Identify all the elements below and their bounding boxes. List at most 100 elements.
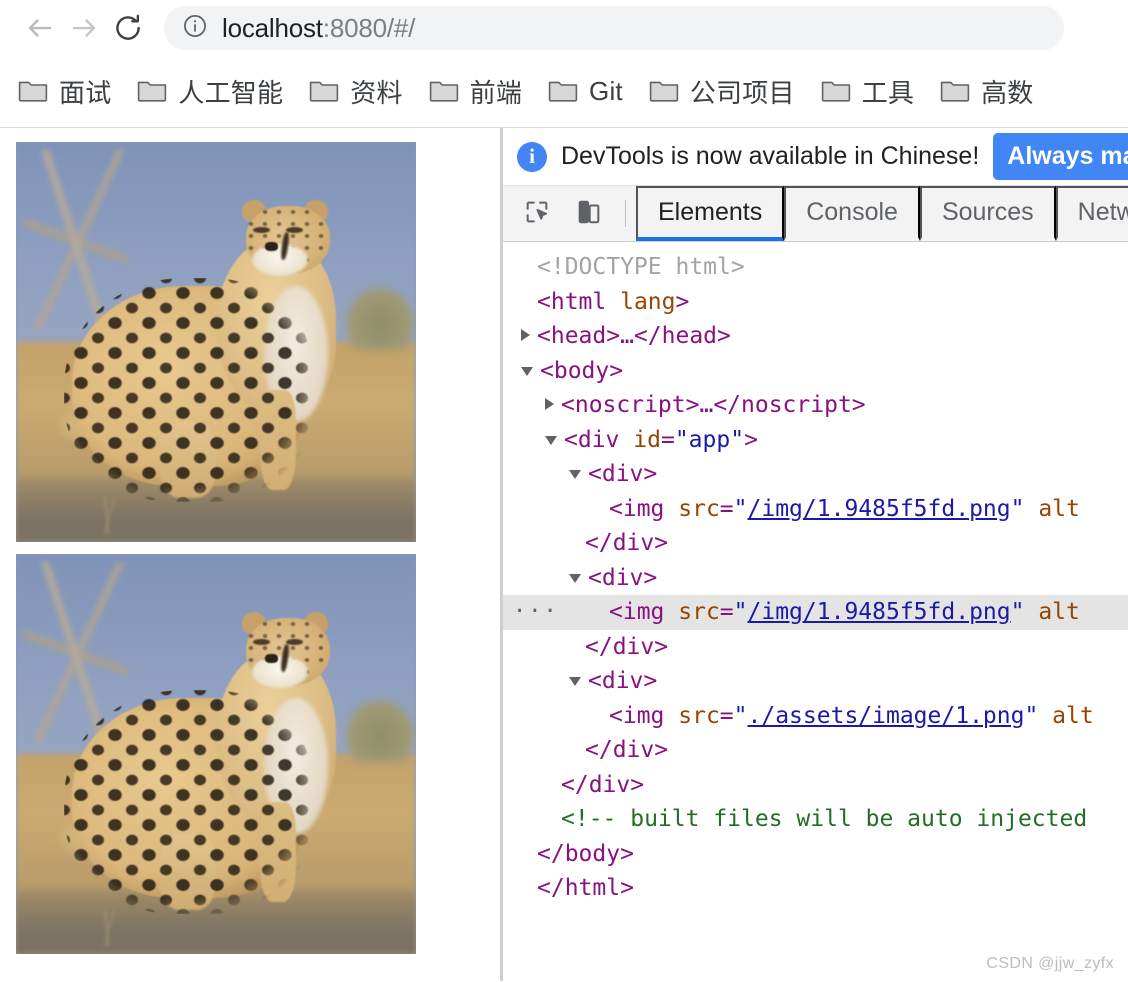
chevron-down-icon[interactable] [545, 435, 557, 445]
devtools-tab-bar: Elements Console Sources Netw [503, 186, 1128, 242]
cheetah-nose [265, 654, 278, 663]
bookmark-item-3[interactable]: 前端 [429, 73, 522, 110]
tab-sources[interactable]: Sources [919, 186, 1056, 241]
chevron-down-icon[interactable] [569, 573, 581, 583]
dom-token-attr: src [678, 599, 720, 625]
chevron-down-icon[interactable] [521, 366, 533, 376]
dom-token-doctype: <!DOCTYPE html> [537, 254, 745, 280]
folder-icon [548, 76, 578, 107]
url-host: localhost [222, 12, 323, 43]
dom-tree-row[interactable]: </body> [503, 837, 1128, 872]
dom-tree-row[interactable]: <!-- built files will be auto injected [503, 802, 1128, 837]
chevron-down-icon[interactable] [569, 470, 581, 479]
bookmark-label: 高数 [981, 78, 1034, 108]
dom-token-tag: <noscript>…</noscript> [561, 392, 866, 418]
dom-tree-row[interactable]: <img src = " ./assets/image/1.png " alt [503, 699, 1128, 734]
dom-tree-row[interactable]: <body> [503, 354, 1128, 389]
dom-tree-row[interactable]: <img src = "/img/1.9485f5fd.png " alt [503, 492, 1128, 527]
tab-console[interactable]: Console [784, 186, 920, 241]
dom-tree-row[interactable]: </div> [503, 733, 1128, 768]
photo-bush [344, 698, 416, 762]
bookmark-label: Git [589, 76, 623, 106]
chevron-right-icon[interactable] [545, 398, 554, 410]
toolbar-divider [625, 200, 626, 227]
cheetah-eye-left [252, 638, 270, 645]
bookmark-item-6[interactable]: 工具 [821, 73, 914, 110]
inspect-element-button[interactable] [511, 186, 563, 241]
cheetah-eye-right [286, 638, 303, 645]
reload-button[interactable] [106, 6, 150, 50]
dom-token-tag: = [719, 702, 734, 729]
dom-token-tag: <div [564, 426, 634, 453]
dom-tree-row[interactable]: </html> [503, 871, 1128, 906]
bookmark-item-4[interactable]: Git [548, 76, 623, 107]
csdn-watermark: CSDN @jjw_zyfx [986, 955, 1114, 972]
folder-icon [940, 76, 970, 107]
bookmark-item-2[interactable]: 资料 [309, 73, 402, 110]
dom-resource-link[interactable]: /img/1.9485f5fd.png [748, 595, 1011, 630]
dom-token-val: " [733, 702, 748, 729]
dom-tree-row[interactable]: <div> [503, 664, 1128, 699]
always-match-button[interactable]: Always match [993, 133, 1128, 180]
dom-token-tag: </div> [585, 737, 669, 763]
dom-tree-row[interactable]: ··· <img src = "/img/1.9485f5fd.png " alt [503, 595, 1128, 630]
bookmark-item-0[interactable]: 面试 [18, 73, 111, 110]
dom-token-tag: = [719, 495, 734, 522]
chevron-down-icon[interactable] [569, 677, 581, 686]
dom-token-attr: alt [1024, 495, 1080, 522]
tab-network[interactable]: Netw [1055, 186, 1128, 241]
dom-token-tag: <body> [540, 357, 624, 384]
dom-tree-row[interactable]: </div> [503, 630, 1128, 665]
url-path: :8080/#/ [322, 12, 416, 43]
dom-token-tag: <div> [588, 564, 658, 591]
dom-tree-row[interactable]: <div id = "app" > [503, 423, 1128, 458]
bookmark-item-7[interactable]: 高数 [940, 73, 1033, 110]
dom-token-attr: alt [1024, 599, 1080, 625]
address-bar[interactable]: localhost:8080/#/ [164, 6, 1064, 50]
photo-grass [48, 910, 168, 946]
cheetah-muzzle [252, 656, 308, 688]
dom-tree-row[interactable]: <head>…</head> [503, 319, 1128, 354]
dom-resource-link[interactable]: ./assets/image/1.png [748, 699, 1025, 734]
tab-elements[interactable]: Elements [636, 186, 785, 241]
dom-tree-row[interactable]: </div> [503, 526, 1128, 561]
folder-icon [137, 76, 167, 107]
dom-tree-row[interactable]: </div> [503, 768, 1128, 803]
inspect-element-icon [523, 198, 551, 229]
bookmark-item-1[interactable]: 人工智能 [137, 73, 283, 110]
dom-token-attr: id [633, 426, 661, 453]
dom-tree-row[interactable]: <div> [503, 457, 1128, 492]
dom-token-val: "app" [674, 426, 745, 453]
bookmark-label: 公司项目 [689, 78, 795, 108]
folder-icon [649, 76, 679, 107]
dom-token-tag: </body> [537, 840, 634, 867]
chevron-right-icon[interactable] [521, 329, 530, 341]
dom-tree-row[interactable]: <div> [503, 561, 1128, 596]
dom-token-tag: </div> [585, 530, 669, 556]
cheetah-photo-2[interactable] [16, 554, 416, 954]
dom-tree-row[interactable]: <!DOCTYPE html> [503, 250, 1128, 285]
bookmark-item-5[interactable]: 公司项目 [649, 73, 795, 110]
dom-tree-row[interactable]: <html lang > [503, 285, 1128, 320]
devtools-panel: i DevTools is now available in Chinese! … [503, 128, 1128, 981]
back-button[interactable] [18, 6, 62, 50]
dom-token-tag: <head>…</head> [537, 323, 731, 349]
info-circle-icon[interactable] [182, 13, 208, 44]
info-badge-icon: i [517, 141, 547, 172]
dom-token-tag: > [744, 426, 758, 453]
dom-tree-row[interactable]: <noscript>…</noscript> [503, 388, 1128, 423]
bookmark-label: 人工智能 [178, 78, 284, 108]
forward-button[interactable] [62, 6, 106, 50]
row-overflow-dots[interactable]: ··· [513, 595, 559, 630]
cheetah-photo-1[interactable] [16, 142, 416, 542]
cheetah-spots [64, 690, 312, 914]
folder-icon [18, 76, 48, 107]
folder-icon [429, 76, 459, 107]
dom-token-tag: = [660, 426, 675, 453]
dom-resource-link[interactable]: /img/1.9485f5fd.png [748, 492, 1011, 527]
dom-token-val: " [1010, 495, 1025, 522]
device-toolbar-button[interactable] [563, 186, 615, 241]
image-block-2 [16, 554, 500, 954]
dom-tree-view[interactable]: <!DOCTYPE html> <html lang > <head>…</head>… [503, 242, 1128, 981]
arrow-left-icon [25, 13, 55, 43]
